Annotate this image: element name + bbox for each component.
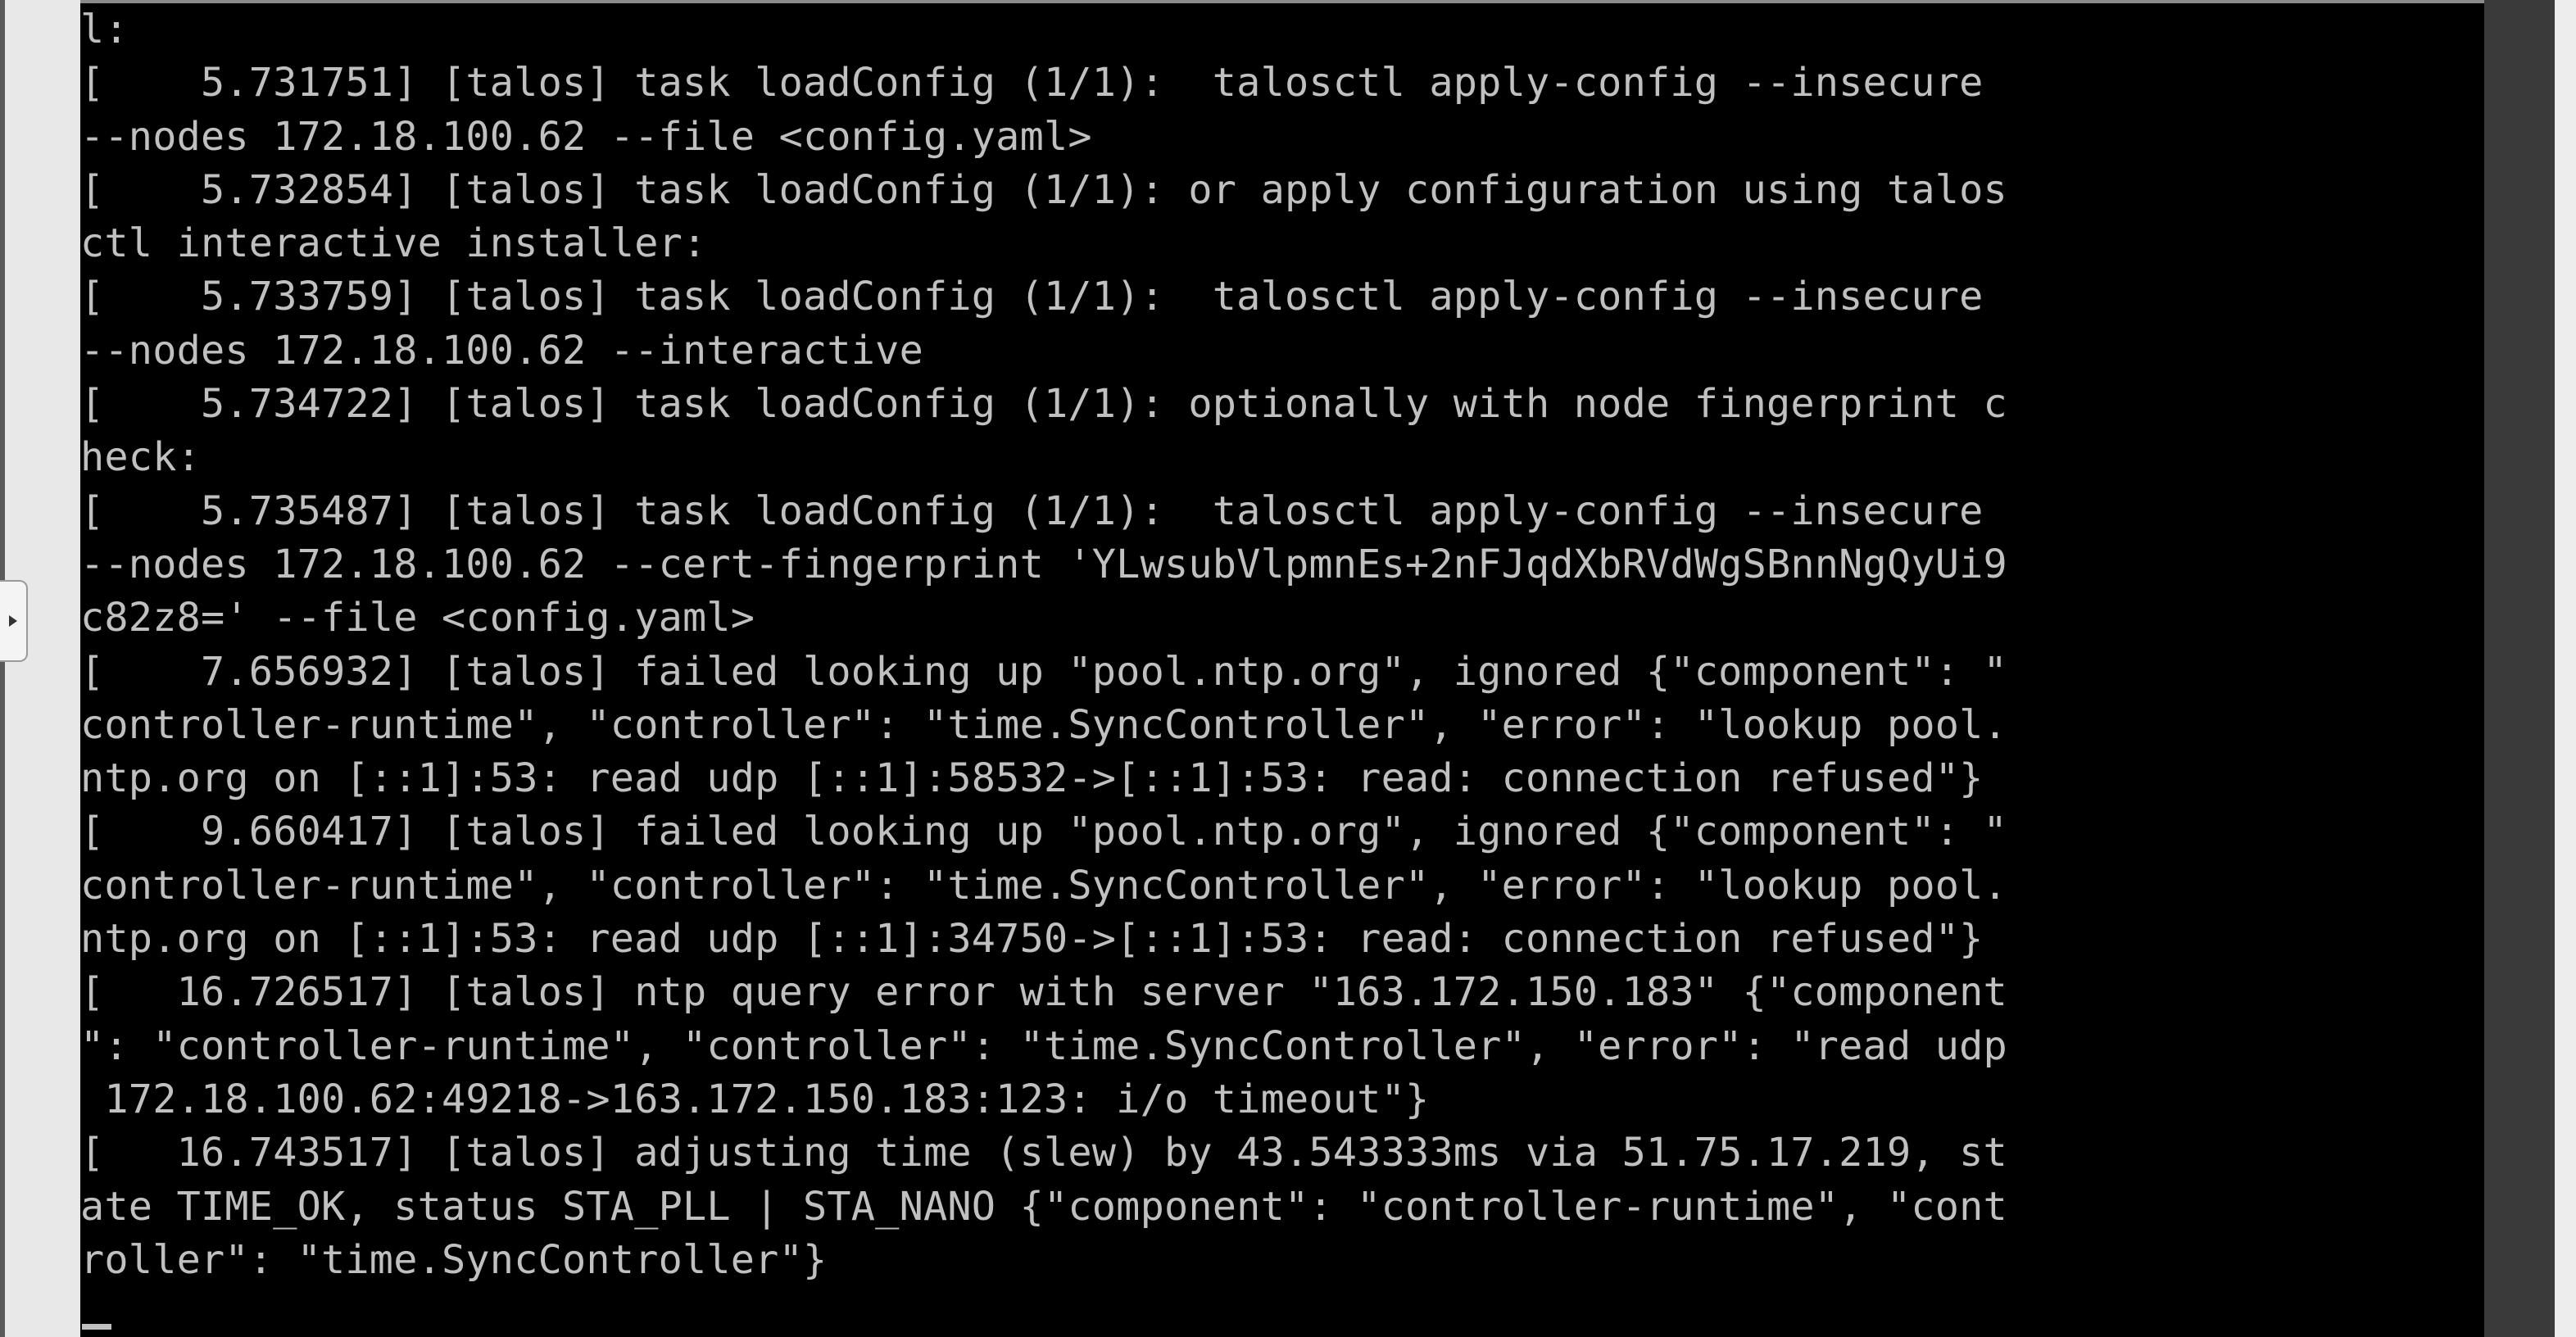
right-edge [2555, 0, 2576, 1337]
console-line: controller-runtime", "controller": "time… [80, 862, 2007, 909]
console-output: l: [ 5.731751] [talos] task loadConfig (… [80, 3, 2007, 1287]
console-line: [ 9.660417] [talos] failed looking up "p… [80, 809, 2007, 855]
console-line: ntp.org on [::1]:53: read udp [::1]:5853… [80, 755, 1984, 802]
console-line: heck: [80, 434, 201, 481]
console-line: [ 7.656932] [talos] failed looking up "p… [80, 648, 2007, 695]
console-line: l: [80, 7, 129, 52]
sidebar-toggle-button[interactable] [0, 580, 28, 662]
console-line: [ 5.734722] [talos] task loadConfig (1/1… [80, 381, 2007, 428]
console-line: [ 5.731751] [talos] task loadConfig (1/1… [80, 60, 1984, 107]
console-line: 172.18.100.62:49218->163.172.150.183:123… [80, 1076, 1430, 1122]
console-line: [ 16.743517] [talos] adjusting time (sle… [80, 1130, 2007, 1176]
console-line: [ 5.735487] [talos] task loadConfig (1/1… [80, 487, 1984, 534]
console-line: ": "controller-runtime", "controller": "… [80, 1022, 2007, 1069]
console-line: controller-runtime", "controller": "time… [80, 701, 2007, 748]
console-line: roller": "time.SyncController"} [80, 1236, 828, 1283]
text-cursor [82, 1324, 111, 1330]
console-line: ctl interactive installer: [80, 220, 707, 267]
console-line: [ 16.726517] [talos] ntp query error wit… [80, 969, 2007, 1016]
console-line: c82z8=' --file <config.yaml> [80, 595, 755, 641]
console-line: --nodes 172.18.100.62 --cert-fingerprint… [80, 541, 2007, 587]
left-frame-border [0, 0, 5, 1337]
console-line: ntp.org on [::1]:53: read udp [::1]:3475… [80, 916, 1984, 963]
console-line: --nodes 172.18.100.62 --interactive [80, 327, 923, 374]
right-panel [2484, 0, 2555, 1337]
chevron-right-icon [8, 614, 18, 628]
console-line: --nodes 172.18.100.62 --file <config.yam… [80, 113, 1092, 160]
console-line: ate TIME_OK, status STA_PLL | STA_NANO {… [80, 1183, 2007, 1230]
console-screen[interactable]: l: [ 5.731751] [talos] task loadConfig (… [80, 3, 2484, 1337]
console-line: [ 5.732854] [talos] task loadConfig (1/1… [80, 166, 2007, 213]
console-line: [ 5.733759] [talos] task loadConfig (1/1… [80, 274, 1984, 320]
